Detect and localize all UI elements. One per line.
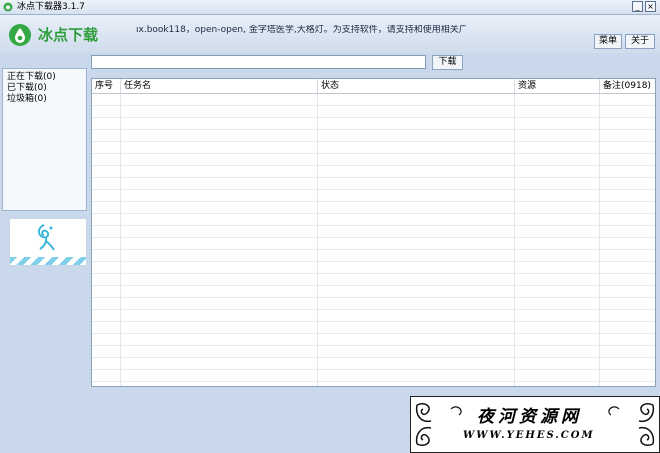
table-header: 序号 任务名 状态 资源 备注(0918) — [92, 79, 655, 94]
column-divider — [120, 94, 121, 386]
app-header: 冰点下载 ıx.book118，open-open, 金字塔医学,大格灯。为支持… — [0, 15, 660, 53]
minimize-button[interactable]: _ — [632, 1, 643, 12]
sidebar-item-downloaded[interactable]: 已下载(0) — [3, 83, 86, 94]
watermark-logo: 夜河资源网 WWW.YEHES.COM — [410, 396, 660, 453]
table-body[interactable] — [92, 94, 655, 386]
download-button[interactable]: 下载 — [432, 55, 463, 70]
close-button[interactable]: × — [645, 1, 656, 12]
col-header-index[interactable]: 序号 — [92, 79, 121, 93]
promo-stripe — [10, 257, 86, 265]
app-logo-icon — [9, 24, 31, 46]
watermark-title: 夜河资源网 — [477, 407, 582, 427]
column-divider — [599, 94, 600, 386]
column-divider — [317, 94, 318, 386]
app-logo-icon — [3, 2, 13, 12]
watermark-url: WWW.YEHES.COM — [463, 430, 595, 441]
mascot-icon — [38, 224, 55, 251]
menu-button[interactable]: 菜单 — [594, 34, 622, 49]
promo-banner[interactable] — [9, 218, 87, 266]
column-divider — [514, 94, 515, 386]
title-bar: 冰点下载器3.1.7 _ × — [0, 0, 660, 15]
url-input[interactable] — [91, 55, 426, 69]
col-header-note[interactable]: 备注(0918) — [600, 79, 655, 93]
sidebar-item-downloading[interactable]: 正在下载(0) — [3, 72, 86, 83]
ad-ticker[interactable]: ıx.book118，open-open, 金字塔医学,大格灯。为支持软件，请支… — [136, 25, 466, 36]
window-title: 冰点下载器3.1.7 — [17, 2, 85, 12]
sidebar-item-trash[interactable]: 垃圾箱(0) — [3, 94, 86, 105]
col-header-status[interactable]: 状态 — [318, 79, 515, 93]
col-header-task-name[interactable]: 任务名 — [121, 79, 318, 93]
task-table: 序号 任务名 状态 资源 备注(0918) — [91, 78, 656, 387]
col-header-resource[interactable]: 资源 — [515, 79, 600, 93]
about-button[interactable]: 关于 — [625, 34, 655, 49]
app-logo-text: 冰点下载 — [38, 26, 99, 44]
sidebar: 正在下载(0) 已下载(0) 垃圾箱(0) — [2, 68, 87, 211]
